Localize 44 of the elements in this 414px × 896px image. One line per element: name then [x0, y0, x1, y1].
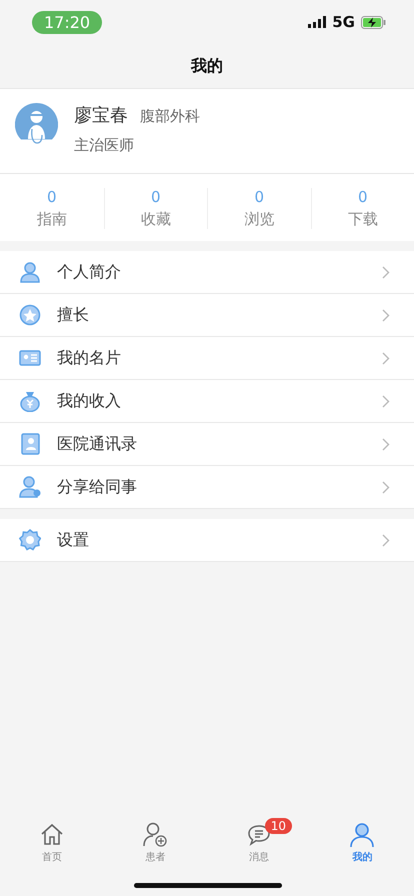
person-share-icon — [19, 476, 41, 498]
stat-count: 0 — [358, 188, 368, 206]
home-icon — [38, 822, 65, 848]
menu-item[interactable]: 医院通讯录 — [0, 423, 414, 466]
tab-bar-item[interactable]: 我的 — [310, 816, 414, 872]
menu-item[interactable]: 分享给同事 — [0, 466, 414, 509]
chevron-right-icon — [382, 534, 390, 546]
doctor-title: 主治医师 — [74, 136, 135, 155]
stat-label[interactable]: 浏览 — [244, 210, 274, 229]
menu-item[interactable]: 设置 — [0, 519, 414, 562]
status-time: 17:20 — [32, 10, 102, 34]
person-icon — [349, 822, 376, 848]
stat-label[interactable]: 下载 — [348, 210, 378, 229]
battery-charging-icon — [361, 16, 386, 28]
person-icon — [19, 261, 41, 283]
menu-item[interactable]: 擅长 — [0, 294, 414, 337]
tab-bar-item[interactable]: 消息 10 — [207, 816, 310, 872]
page-title: 我的 — [191, 56, 223, 76]
menu-item[interactable]: 我的收入 — [0, 380, 414, 423]
doctor-name: 廖宝春 — [74, 105, 128, 126]
chevron-right-icon — [382, 308, 390, 322]
person-add-icon — [142, 822, 168, 848]
money-bag-icon — [19, 390, 41, 412]
department-label: 腹部外科 — [140, 107, 200, 125]
contact-book-icon — [19, 433, 41, 455]
menu-item[interactable]: 我的名片 — [0, 337, 414, 380]
stat-label[interactable]: 指南 — [36, 210, 67, 229]
chevron-right-icon — [382, 480, 390, 494]
menu-item[interactable]: 个人简介 — [0, 251, 414, 294]
chevron-right-icon — [382, 352, 390, 364]
settings-icon — [19, 529, 41, 551]
stat-count: 0 — [254, 188, 264, 206]
chevron-right-icon — [382, 394, 390, 408]
chevron-right-icon — [382, 438, 390, 450]
stat-label[interactable]: 收藏 — [140, 210, 171, 229]
stat-count: 0 — [46, 188, 57, 206]
tab-bar-item[interactable]: 首页 — [0, 816, 104, 872]
chevron-right-icon — [382, 266, 390, 278]
signal-icon — [308, 16, 326, 28]
doctor-avatar-icon — [15, 103, 58, 146]
stat-count: 0 — [150, 188, 161, 206]
unread-badge: 10 — [264, 818, 292, 834]
network-label: 5G — [332, 13, 355, 31]
tab-bar-item[interactable]: 患者 — [104, 816, 207, 872]
